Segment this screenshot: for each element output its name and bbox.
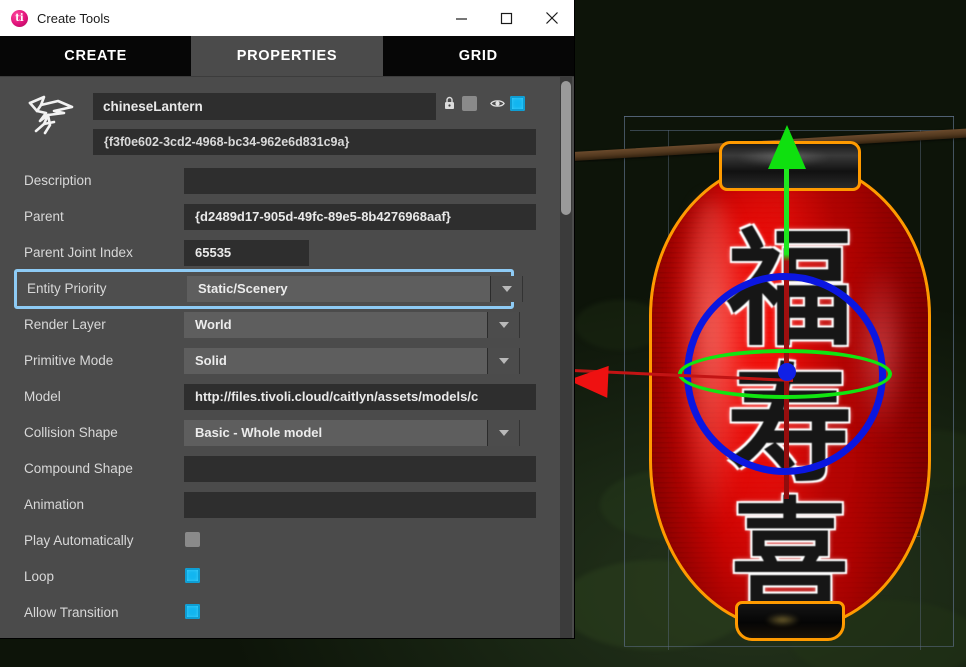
property-row-loop: Loop	[0, 559, 560, 595]
entity-priority-chevron-down-icon[interactable]	[490, 276, 522, 302]
property-label: Description	[24, 173, 92, 188]
scrollbar-thumb[interactable]	[561, 81, 571, 215]
property-row-render-layer: Render Layer World	[0, 307, 560, 343]
property-row-primitive-mode: Primitive Mode Solid	[0, 343, 560, 379]
create-tools-window: ti Create Tools CREATE PROPERTIES GRID c…	[0, 0, 574, 638]
property-label: Entity Priority	[27, 281, 107, 296]
properties-list: chineseLantern {f3f0e602-3cd2-4968-bc34-…	[0, 77, 560, 638]
property-label: Model	[24, 389, 61, 404]
render-layer-chevron-down-icon[interactable]	[487, 312, 519, 338]
property-label: Render Layer	[24, 317, 106, 332]
lantern-top-cap	[719, 141, 861, 191]
model-url-input[interactable]: http://files.tivoli.cloud/caitlyn/assets…	[184, 384, 536, 410]
properties-scrollbar[interactable]	[560, 77, 572, 638]
loop-checkbox[interactable]	[185, 568, 200, 583]
property-label: Loop	[24, 569, 55, 584]
property-label: Parent	[24, 209, 64, 224]
eye-icon	[490, 95, 505, 111]
allow-transition-checkbox[interactable]	[185, 604, 200, 619]
property-row-entity-priority[interactable]: Entity Priority Static/Scenery	[14, 269, 523, 309]
lantern-body	[649, 159, 931, 631]
property-row-compound-shape: Compound Shape	[0, 451, 560, 487]
window-controls	[439, 0, 574, 36]
property-row-collision-shape: Collision Shape Basic - Whole model	[0, 415, 560, 451]
property-row-parent: Parent {d2489d17-905d-49fc-89e5-8b427696…	[0, 199, 560, 235]
tab-properties[interactable]: PROPERTIES	[191, 36, 383, 76]
property-row-parent-joint-index: Parent Joint Index 65535	[0, 235, 560, 271]
chinese-lantern-model[interactable]: 福 寿 喜	[642, 140, 938, 641]
tab-bar: CREATE PROPERTIES GRID	[0, 36, 574, 76]
property-row-description: Description	[0, 163, 560, 199]
close-icon[interactable]	[529, 0, 574, 36]
property-row-allow-transition: Allow Transition	[0, 595, 560, 631]
collision-shape-select[interactable]: Basic - Whole model	[184, 420, 520, 446]
entity-name-input[interactable]: chineseLantern	[93, 93, 436, 120]
entity-priority-select[interactable]: Static/Scenery	[187, 276, 523, 302]
property-row-animation: Animation	[0, 487, 560, 523]
collision-shape-chevron-down-icon[interactable]	[487, 420, 519, 446]
property-label: Play Automatically	[24, 533, 134, 548]
property-label: Primitive Mode	[24, 353, 114, 368]
description-input[interactable]	[184, 168, 536, 194]
visible-checkbox[interactable]	[510, 95, 525, 111]
lock-checkbox[interactable]	[462, 95, 477, 111]
lock-icon	[442, 95, 457, 111]
primitive-mode-select[interactable]: Solid	[184, 348, 520, 374]
parent-joint-index-input[interactable]: 65535	[184, 240, 309, 266]
maximize-icon[interactable]	[484, 0, 529, 36]
compound-shape-input[interactable]	[184, 456, 536, 482]
tab-grid[interactable]: GRID	[382, 36, 574, 76]
entity-id-input[interactable]: {f3f0e602-3cd2-4968-bc34-962e6d831c9a}	[93, 129, 536, 155]
tivoli-icon: ti	[11, 9, 28, 27]
property-label: Allow Transition	[24, 605, 119, 620]
app-root: 福 寿 喜 ti Create Tools CREATE PROPERTIES …	[0, 0, 966, 667]
minimize-icon[interactable]	[439, 0, 484, 36]
property-label: Parent Joint Index	[24, 245, 133, 260]
entity-header: chineseLantern {f3f0e602-3cd2-4968-bc34-…	[0, 77, 560, 155]
play-automatically-checkbox[interactable]	[185, 532, 200, 547]
title-bar[interactable]: ti Create Tools	[0, 0, 574, 36]
property-row-model: Model http://files.tivoli.cloud/caitlyn/…	[0, 379, 560, 415]
lantern-bottom-cap	[735, 601, 845, 641]
primitive-mode-chevron-down-icon[interactable]	[487, 348, 519, 374]
animation-input[interactable]	[184, 492, 536, 518]
property-row-play-automatically: Play Automatically	[0, 523, 560, 559]
render-layer-select[interactable]: World	[184, 312, 520, 338]
entity-toggles	[442, 95, 525, 111]
parent-input[interactable]: {d2489d17-905d-49fc-89e5-8b4276968aaf}	[184, 204, 536, 230]
property-label: Compound Shape	[24, 461, 133, 476]
tab-create[interactable]: CREATE	[0, 36, 192, 76]
property-label: Animation	[24, 497, 85, 512]
window-title: Create Tools	[37, 10, 110, 26]
properties-panel: chineseLantern {f3f0e602-3cd2-4968-bc34-…	[0, 76, 574, 638]
origami-bird-icon	[24, 91, 76, 137]
property-label: Collision Shape	[24, 425, 118, 440]
